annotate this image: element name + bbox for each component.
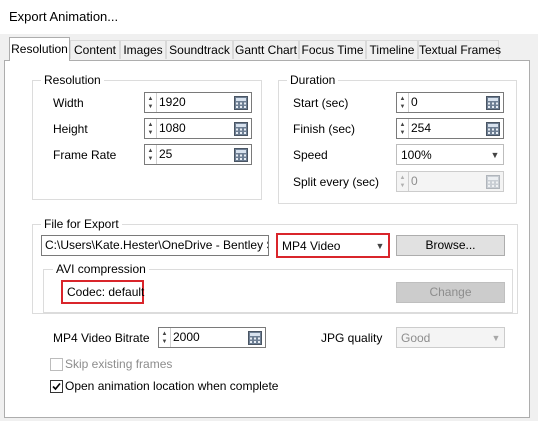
spin-arrows-icon[interactable]: ▲ ▼ [145,119,157,138]
start-label: Start (sec) [293,96,349,110]
jpg-quality-dropdown[interactable]: Good ▼ [396,327,505,348]
finish-spinner[interactable]: ▲ ▼ 254 [396,118,504,139]
calculator-icon[interactable] [231,119,251,138]
finish-value[interactable]: 254 [409,119,483,138]
file-export-group-title: File for Export [41,217,122,231]
chevron-down-icon[interactable]: ▼ [488,333,504,343]
skip-frames-checkbox[interactable] [50,358,63,371]
start-spinner[interactable]: ▲ ▼ 0 [396,92,504,113]
change-codec-button[interactable]: Change [396,282,505,303]
title-bar: Export Animation... [0,0,538,34]
jpg-quality-value: Good [401,330,431,345]
split-spinner[interactable]: ▲ ▼ 0 [396,171,504,192]
jpg-quality-label: JPG quality [321,331,383,345]
open-location-checkbox[interactable] [50,380,63,393]
duration-group-title: Duration [287,73,339,87]
tab-resolution[interactable]: Resolution [9,37,70,61]
speed-dropdown[interactable]: 100% ▼ [396,144,504,165]
speed-value: 100% [401,147,432,162]
export-animation-dialog: Export Animation... Resolution Content I… [0,0,538,421]
framerate-label: Frame Rate [53,148,117,162]
framerate-value[interactable]: 25 [157,145,231,164]
bitrate-value[interactable]: 2000 [171,328,245,347]
height-spinner[interactable]: ▲ ▼ 1080 [144,118,252,139]
avi-compression-title: AVI compression [53,262,149,276]
bitrate-spinner[interactable]: ▲ ▼ 2000 [158,327,266,348]
spin-arrows-icon[interactable]: ▲ ▼ [397,172,409,191]
calculator-icon[interactable] [483,172,503,191]
calculator-icon[interactable] [231,93,251,112]
tab-timeline[interactable]: Timeline [366,40,418,59]
calculator-icon[interactable] [245,328,265,347]
tab-content[interactable]: Content [70,40,120,59]
spin-arrows-icon[interactable]: ▲ ▼ [145,145,157,164]
start-value[interactable]: 0 [409,93,483,112]
window-title: Export Animation... [9,9,119,24]
tab-gantt-chart[interactable]: Gantt Chart [233,40,299,59]
tab-textual-frames[interactable]: Textual Frames [418,40,501,59]
codec-label: Codec: default [67,285,145,299]
open-location-label: Open animation location when complete [65,379,279,393]
calculator-icon[interactable] [483,119,503,138]
split-value[interactable]: 0 [409,172,483,191]
height-label: Height [53,122,88,136]
finish-label: Finish (sec) [293,122,356,136]
speed-label: Speed [293,148,328,162]
export-path-input[interactable]: C:\Users\Kate.Hester\OneDrive - Bentley … [41,235,269,256]
tab-soundtrack[interactable]: Soundtrack [166,40,233,59]
tab-focus-time[interactable]: Focus Time [299,40,366,59]
checkmark-icon [52,382,61,391]
resolution-group-title: Resolution [41,73,104,87]
skip-frames-label: Skip existing frames [65,357,173,371]
format-highlight [276,233,390,258]
width-spinner[interactable]: ▲ ▼ 1920 [144,92,252,113]
spin-arrows-icon[interactable]: ▲ ▼ [145,93,157,112]
chevron-down-icon[interactable]: ▼ [487,150,503,160]
calculator-icon[interactable] [483,93,503,112]
spin-arrows-icon[interactable]: ▲ ▼ [397,119,409,138]
split-label: Split every (sec) [293,175,380,189]
calculator-icon[interactable] [231,145,251,164]
browse-button[interactable]: Browse... [396,235,505,256]
width-value[interactable]: 1920 [157,93,231,112]
spin-arrows-icon[interactable]: ▲ ▼ [159,328,171,347]
framerate-spinner[interactable]: ▲ ▼ 25 [144,144,252,165]
height-value[interactable]: 1080 [157,119,231,138]
tab-images[interactable]: Images [120,40,166,59]
width-label: Width [53,96,84,110]
bitrate-label: MP4 Video Bitrate [53,331,150,345]
spin-arrows-icon[interactable]: ▲ ▼ [397,93,409,112]
